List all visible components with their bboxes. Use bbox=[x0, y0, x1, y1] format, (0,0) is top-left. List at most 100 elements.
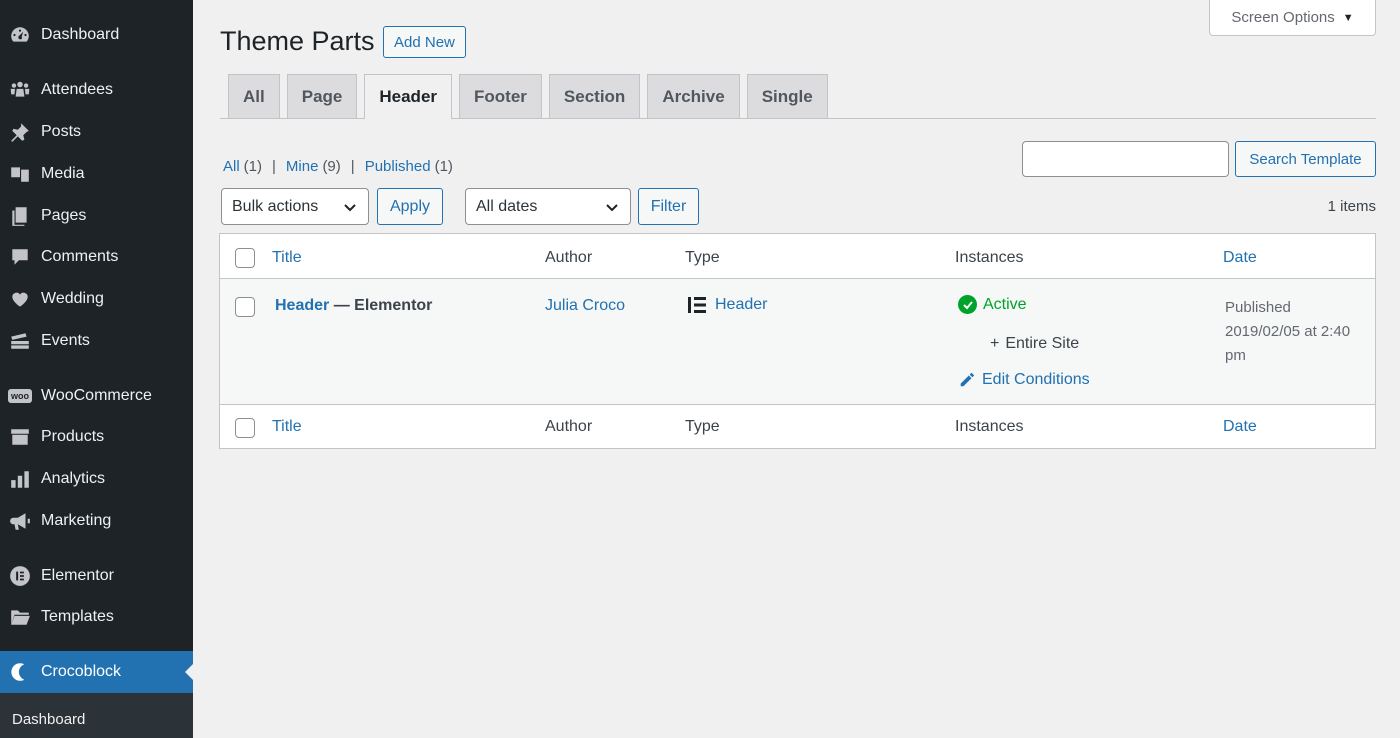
sidebar-item-label: Analytics bbox=[41, 470, 106, 487]
sidebar-item-media[interactable]: Media bbox=[0, 153, 193, 195]
row-instance-condition: + Entire Site bbox=[990, 335, 1079, 353]
row-title-link[interactable]: Header bbox=[275, 297, 329, 314]
sidebar-item-woocommerce[interactable]: woo WooCommerce bbox=[0, 375, 193, 417]
edit-conditions-link[interactable]: Edit Conditions bbox=[958, 371, 1090, 389]
row-title-suffix: — Elementor bbox=[333, 297, 433, 314]
select-all-checkbox[interactable] bbox=[235, 248, 255, 268]
search-template-button[interactable]: Search Template bbox=[1235, 141, 1376, 177]
row-instance-status: Active bbox=[958, 295, 1027, 314]
sidebar-item-label: Pages bbox=[41, 207, 87, 224]
filter-button[interactable]: Filter bbox=[638, 188, 699, 225]
tab-page[interactable]: Page bbox=[286, 74, 358, 118]
column-type: Type bbox=[685, 249, 720, 266]
column-title[interactable]: Title bbox=[272, 249, 302, 267]
status-filter-links: All (1) | Mine (9) | Published (1) bbox=[223, 158, 453, 175]
sidebar-item-label: WooCommerce bbox=[41, 387, 152, 404]
sidebar-item-label: Templates bbox=[41, 608, 114, 625]
sidebar-item-comments[interactable]: Comments bbox=[0, 236, 193, 278]
folder-icon bbox=[3, 606, 37, 628]
row-type-link[interactable]: Header bbox=[715, 296, 767, 314]
pages-icon bbox=[3, 205, 37, 227]
sidebar-item-label: Wedding bbox=[41, 290, 104, 307]
date-line2: pm bbox=[1225, 347, 1246, 364]
dates-value: All dates bbox=[476, 197, 538, 215]
row-title: Header — Elementor bbox=[275, 297, 432, 315]
tickets-icon bbox=[3, 330, 37, 352]
dates-select[interactable]: All dates bbox=[465, 188, 631, 225]
tab-footer[interactable]: Footer bbox=[459, 74, 542, 118]
apply-button[interactable]: Apply bbox=[377, 188, 443, 225]
sidebar-item-posts[interactable]: Posts bbox=[0, 111, 193, 153]
column-title-footer[interactable]: Title bbox=[272, 418, 302, 436]
screen-options-button[interactable]: Screen Options ▼ bbox=[1209, 0, 1376, 36]
sidebar-item-dashboard[interactable]: Dashboard bbox=[0, 14, 193, 56]
tab-all[interactable]: All bbox=[228, 74, 280, 118]
bulk-actions-select[interactable]: Bulk actions bbox=[221, 188, 369, 225]
table-header: Title Author Type Instances Date bbox=[220, 234, 1375, 279]
sidebar-item-marketing[interactable]: Marketing bbox=[0, 500, 193, 542]
filter-separator: | bbox=[272, 158, 276, 175]
search-input[interactable] bbox=[1022, 141, 1229, 177]
tab-single[interactable]: Single bbox=[746, 74, 828, 118]
sidebar-item-wedding[interactable]: Wedding bbox=[0, 278, 193, 320]
sidebar-item-crocoblock[interactable]: Crocoblock bbox=[0, 651, 193, 693]
filter-published-count: (1) bbox=[434, 158, 453, 175]
row-checkbox[interactable] bbox=[235, 297, 255, 317]
screen-options-label: Screen Options bbox=[1231, 9, 1335, 26]
comments-icon bbox=[3, 246, 37, 268]
column-date-footer[interactable]: Date bbox=[1223, 418, 1257, 436]
sidebar-submenu: Dashboard bbox=[0, 693, 193, 738]
date-line1: 2019/02/05 at 2:40 bbox=[1225, 323, 1351, 340]
pencil-icon bbox=[960, 372, 975, 387]
date-status: Published bbox=[1225, 299, 1291, 316]
sidebar-item-products[interactable]: Products bbox=[0, 416, 193, 458]
column-type-footer: Type bbox=[685, 418, 720, 435]
column-instances-footer: Instances bbox=[955, 418, 1024, 435]
template-type-tabs: All Page Header Footer Section Archive S… bbox=[228, 74, 828, 119]
pin-icon bbox=[3, 121, 37, 143]
filter-mine-link[interactable]: Mine bbox=[286, 158, 319, 175]
sidebar-item-analytics[interactable]: Analytics bbox=[0, 458, 193, 500]
row-author-link[interactable]: Julia Croco bbox=[545, 297, 625, 315]
plus-icon: + bbox=[990, 335, 1000, 352]
tab-header[interactable]: Header bbox=[364, 74, 453, 119]
sidebar-item-label: Elementor bbox=[41, 567, 114, 584]
elementor-icon bbox=[3, 565, 37, 587]
column-date[interactable]: Date bbox=[1223, 249, 1257, 267]
edit-conditions-label: Edit Conditions bbox=[982, 371, 1090, 388]
sidebar-item-attendees[interactable]: Attendees bbox=[0, 69, 193, 111]
sidebar-item-label: Products bbox=[41, 428, 105, 445]
archive-icon bbox=[3, 426, 37, 448]
sidebar-item-label: Comments bbox=[41, 248, 119, 265]
sidebar-item-templates[interactable]: Templates bbox=[0, 596, 193, 638]
templates-table: Title Author Type Instances Date Header … bbox=[219, 233, 1376, 449]
sidebar-item-label: Marketing bbox=[41, 512, 112, 529]
table-row: Header — Elementor Julia Croco Header Ac… bbox=[220, 279, 1375, 404]
chevron-down-icon bbox=[344, 203, 356, 211]
submenu-item-dashboard[interactable]: Dashboard bbox=[12, 711, 85, 728]
instance-condition-label: Entire Site bbox=[1005, 335, 1080, 352]
filter-published-link[interactable]: Published bbox=[365, 158, 431, 175]
instance-status-label: Active bbox=[983, 295, 1027, 313]
sidebar-item-pages[interactable]: Pages bbox=[0, 195, 193, 237]
tab-archive[interactable]: Archive bbox=[647, 74, 740, 118]
column-author-footer: Author bbox=[545, 418, 593, 435]
triangle-down-icon: ▼ bbox=[1342, 11, 1354, 24]
add-new-button[interactable]: Add New bbox=[383, 26, 466, 58]
select-all-checkbox-footer[interactable] bbox=[235, 418, 255, 438]
media-icon bbox=[3, 163, 37, 185]
elementor-header-icon bbox=[687, 295, 707, 315]
row-date: Published 2019/02/05 at 2:40 pm bbox=[1225, 296, 1350, 368]
sidebar-item-label: Events bbox=[41, 332, 90, 349]
sidebar-item-label: Media bbox=[41, 165, 85, 182]
filter-all-link[interactable]: All bbox=[223, 158, 240, 175]
sidebar-item-elementor[interactable]: Elementor bbox=[0, 555, 193, 597]
sidebar-item-events[interactable]: Events bbox=[0, 320, 193, 362]
bulk-actions-value: Bulk actions bbox=[232, 197, 319, 215]
woo-icon: woo bbox=[3, 389, 37, 403]
row-type: Header bbox=[687, 295, 767, 315]
table-footer: Title Author Type Instances Date bbox=[220, 404, 1375, 449]
heart-icon bbox=[3, 288, 37, 310]
tab-section[interactable]: Section bbox=[548, 74, 641, 118]
chart-bar-icon bbox=[3, 468, 37, 490]
